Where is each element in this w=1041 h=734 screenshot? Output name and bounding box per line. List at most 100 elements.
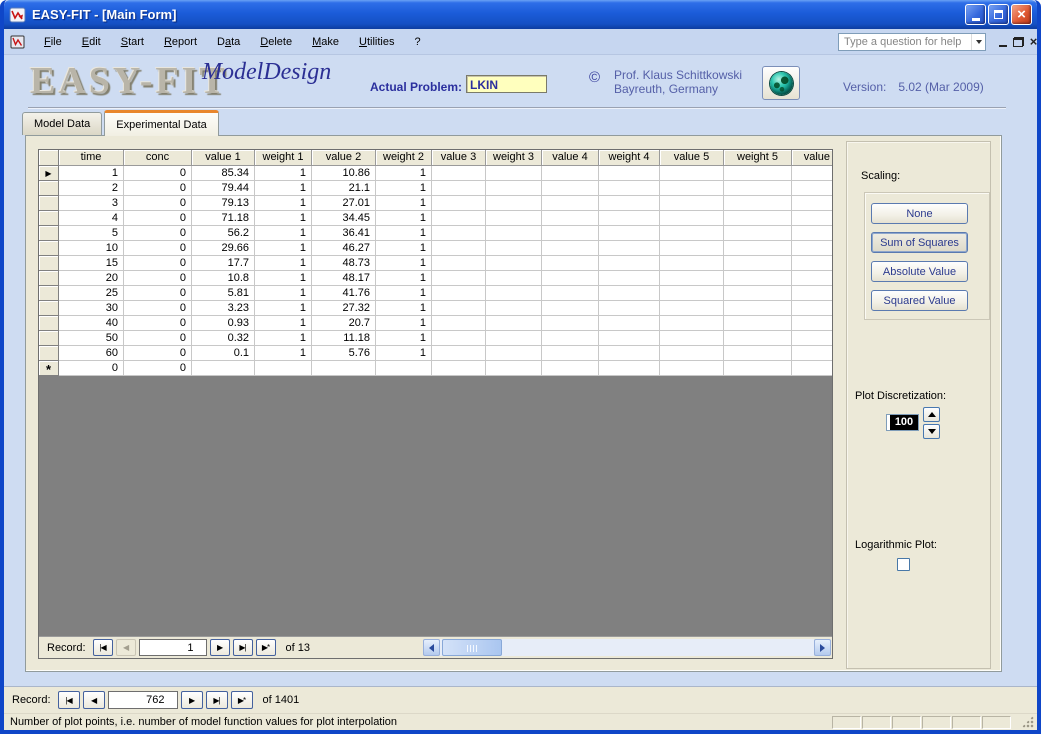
close-button[interactable]: × xyxy=(1011,4,1032,25)
grid-cell[interactable] xyxy=(660,211,724,226)
datasheet-first-record-button[interactable]: |◀ xyxy=(93,639,113,656)
child-close-button[interactable]: × xyxy=(1026,35,1041,49)
grid-cell[interactable]: 10.86 xyxy=(312,166,376,181)
column-header-value-4[interactable]: value 4 xyxy=(542,150,599,166)
scaling-button-sum-of-squares[interactable]: Sum of Squares xyxy=(871,232,968,253)
grid-cell[interactable] xyxy=(432,316,486,331)
grid-cell[interactable] xyxy=(542,301,599,316)
grid-cell[interactable] xyxy=(792,346,832,361)
grid-cell[interactable]: 1 xyxy=(376,241,432,256)
grid-cell[interactable] xyxy=(486,361,542,376)
help-search-box[interactable]: Type a question for help xyxy=(838,33,986,51)
scrollbar-track[interactable] xyxy=(440,639,814,656)
child-window-icon[interactable] xyxy=(10,35,26,49)
grid-cell[interactable] xyxy=(660,286,724,301)
grid-cell[interactable] xyxy=(792,316,832,331)
grid-cell[interactable] xyxy=(792,181,832,196)
grid-cell[interactable] xyxy=(599,286,660,301)
horizontal-scrollbar[interactable] xyxy=(423,639,831,656)
column-header-value-5[interactable]: value 5 xyxy=(660,150,724,166)
grid-cell[interactable]: 46.27 xyxy=(312,241,376,256)
resize-grip-icon[interactable] xyxy=(1021,715,1034,728)
column-header-value-3[interactable]: value 3 xyxy=(432,150,486,166)
grid-cell[interactable] xyxy=(432,241,486,256)
grid-cell[interactable] xyxy=(432,361,486,376)
row-selector[interactable] xyxy=(39,181,59,196)
grid-cell[interactable] xyxy=(792,271,832,286)
grid-cell[interactable] xyxy=(660,301,724,316)
grid-cell[interactable] xyxy=(486,316,542,331)
grid-cell[interactable]: 1 xyxy=(376,226,432,241)
grid-cell[interactable] xyxy=(660,181,724,196)
grid-cell[interactable]: 1 xyxy=(376,271,432,286)
grid-cell[interactable] xyxy=(486,256,542,271)
grid-cell[interactable]: 1 xyxy=(59,166,124,181)
grid-cell[interactable]: 0 xyxy=(124,316,192,331)
grid-cell[interactable] xyxy=(660,256,724,271)
grid-cell[interactable] xyxy=(724,286,792,301)
globe-button[interactable] xyxy=(762,66,800,100)
grid-cell[interactable] xyxy=(724,271,792,286)
grid-cell[interactable] xyxy=(542,286,599,301)
column-header-weight-3[interactable]: weight 3 xyxy=(486,150,542,166)
grid-cell[interactable]: 1 xyxy=(376,331,432,346)
spin-down-button[interactable] xyxy=(923,424,940,439)
column-header-conc[interactable]: conc xyxy=(124,150,192,166)
grid-cell[interactable]: 1 xyxy=(376,286,432,301)
scaling-button-squared-value[interactable]: Squared Value xyxy=(871,290,968,311)
scaling-button-none[interactable]: None xyxy=(871,203,968,224)
row-selector[interactable] xyxy=(39,301,59,316)
grid-cell[interactable] xyxy=(255,361,312,376)
child-minimize-button[interactable] xyxy=(995,35,1010,49)
grid-cell[interactable]: 1 xyxy=(255,226,312,241)
grid-cell[interactable]: 0 xyxy=(124,211,192,226)
grid-cell[interactable]: 48.17 xyxy=(312,271,376,286)
datasheet-last-record-button[interactable]: ▶| xyxy=(233,639,253,656)
grid-cell[interactable] xyxy=(542,211,599,226)
grid-cell[interactable] xyxy=(724,301,792,316)
grid-cell[interactable] xyxy=(432,256,486,271)
grid-cell[interactable] xyxy=(192,361,255,376)
grid-cell[interactable] xyxy=(542,331,599,346)
grid-cell[interactable]: 3.23 xyxy=(192,301,255,316)
grid-cell[interactable] xyxy=(660,331,724,346)
row-selector[interactable] xyxy=(39,256,59,271)
grid-cell[interactable] xyxy=(486,166,542,181)
grid-cell[interactable] xyxy=(660,241,724,256)
minimize-button[interactable] xyxy=(965,4,986,25)
grid-cell[interactable] xyxy=(792,166,832,181)
grid-cell[interactable]: 0 xyxy=(124,226,192,241)
row-selector[interactable] xyxy=(39,286,59,301)
grid-cell[interactable]: 48.73 xyxy=(312,256,376,271)
grid-cell[interactable] xyxy=(542,361,599,376)
actual-problem-field[interactable]: LKIN xyxy=(466,75,547,93)
row-selector[interactable] xyxy=(39,316,59,331)
row-selector[interactable] xyxy=(39,271,59,286)
grid-cell[interactable]: 0 xyxy=(124,361,192,376)
grid-cell[interactable]: 1 xyxy=(376,301,432,316)
grid-cell[interactable]: 5.81 xyxy=(192,286,255,301)
grid-cell[interactable] xyxy=(542,241,599,256)
row-selector[interactable]: ▶ xyxy=(39,166,59,181)
form-next-record-button[interactable]: ▶ xyxy=(181,691,203,709)
grid-cell[interactable]: 71.18 xyxy=(192,211,255,226)
grid-cell[interactable]: 1 xyxy=(255,256,312,271)
grid-cell[interactable]: 30 xyxy=(59,301,124,316)
grid-cell[interactable] xyxy=(792,301,832,316)
grid-cell[interactable] xyxy=(486,181,542,196)
grid-cell[interactable]: 36.41 xyxy=(312,226,376,241)
grid-cell[interactable]: 29.66 xyxy=(192,241,255,256)
grid-cell[interactable]: 1 xyxy=(255,346,312,361)
grid-cell[interactable] xyxy=(542,196,599,211)
grid-cell[interactable] xyxy=(724,256,792,271)
grid-cell[interactable]: 0 xyxy=(124,331,192,346)
grid-cell[interactable]: 0 xyxy=(124,346,192,361)
grid-cell[interactable] xyxy=(599,166,660,181)
grid-cell[interactable]: 0 xyxy=(124,166,192,181)
form-new-record-button[interactable]: ▶* xyxy=(231,691,253,709)
current-record-box[interactable]: 1 xyxy=(139,639,207,656)
column-header-value-2[interactable]: value 2 xyxy=(312,150,376,166)
grid-cell[interactable]: 21.1 xyxy=(312,181,376,196)
column-header-weight-5[interactable]: weight 5 xyxy=(724,150,792,166)
grid-cell[interactable]: 1 xyxy=(255,331,312,346)
